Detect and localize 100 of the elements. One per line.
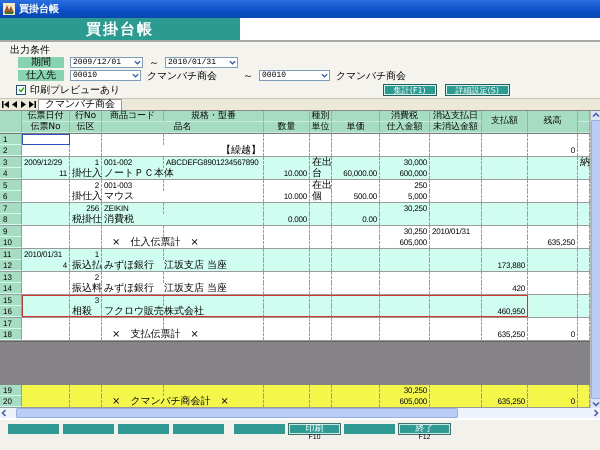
vertical-scrollbar[interactable] (590, 111, 600, 408)
horizontal-scrollbar[interactable] (0, 408, 600, 418)
column-header: 規格・型番 (164, 111, 264, 122)
supplier-dropdown[interactable]: 00010 (70, 70, 141, 81)
column-header: 種別 (310, 111, 332, 122)
column-header: 数量 (264, 122, 310, 133)
item-name-cell: × クマンバチ商会計 × (102, 396, 264, 407)
grid-cell: 500.00 (332, 191, 380, 202)
column-header: 残高 (528, 111, 578, 133)
table-row[interactable]: 19 20 30,250 × クマンバチ商会計 × 605,000 635,250 0 (0, 385, 590, 408)
grid-cell: 台 (310, 168, 332, 179)
grid-cell: 0.00 (332, 214, 380, 225)
grid-cell: 5,000 (380, 191, 430, 202)
grid-cell: 605,000 (380, 237, 430, 248)
grid-cell: 個 (310, 191, 332, 202)
column-header: 商品コード (102, 111, 164, 122)
table-row[interactable]: 13 14 2 振込料 みずほ銀行 江坂支店 当座 420 (0, 272, 590, 295)
row-number: 12 (0, 260, 22, 271)
page-title: 買掛台帳 (0, 18, 240, 40)
preview-checkbox[interactable] (16, 84, 26, 94)
row-number: 9 (0, 226, 22, 237)
row-number: 3 (0, 157, 22, 168)
grid-cell: 2 (70, 180, 102, 191)
grid-cell: 460,950 (482, 306, 528, 317)
date-dropdown[interactable]: 2010/01/31 (165, 57, 238, 68)
sheet-tab[interactable]: クマンバチ商会 (38, 99, 122, 110)
row-number: 1 (0, 134, 22, 145)
column-header: 消費税 (380, 111, 430, 122)
row-number: 10 (0, 237, 22, 248)
grid-cell: 001-003 (102, 180, 164, 191)
grid-cell: 173,880 (482, 260, 528, 271)
scroll-left-icon[interactable] (0, 409, 8, 417)
grid-cell: 在出 (310, 157, 332, 168)
grid-cell: 0 (528, 396, 578, 407)
row-number: 15 (0, 295, 22, 306)
column-header: 伝区 (70, 122, 102, 133)
row-number: 6 (0, 191, 22, 202)
focused-cell[interactable] (22, 134, 70, 145)
scroll-up-icon[interactable] (592, 111, 600, 119)
grid-cell: 0 (528, 145, 578, 156)
item-name-cell: フクロウ販売株式会社 (102, 306, 264, 317)
first-page-icon[interactable] (2, 101, 9, 108)
grid-cell: 3 (70, 295, 102, 306)
grid-cell: 相殺 (70, 306, 102, 317)
grid-cell: 11 (22, 168, 70, 179)
previous-icon[interactable] (11, 101, 18, 108)
table-row[interactable]: 7 8 256 ZEIKIN 30,250 税掛仕 消費税 0.000 0.00 (0, 203, 590, 226)
grid-cell: 掛仕入 (70, 168, 102, 179)
column-header: 品名 (102, 122, 264, 133)
grid-cell: 600,000 (380, 168, 430, 179)
grid-cell: 振込払 (70, 260, 102, 271)
row-number: 16 (0, 306, 22, 317)
grid-cell: 税掛仕 (70, 214, 102, 225)
grid-cell: 10.000 (264, 168, 310, 179)
checkbox-label: 印刷プレビューあり (30, 84, 120, 96)
table-row[interactable]: 3 4 2009/12/29 1 001-002 ABCDEFG8901234567890 在出 30,000 納 11 掛仕入 ノートＰＣ本体 10.000 台 60,000.00 600,000 (0, 157, 590, 180)
last-page-icon[interactable] (29, 101, 36, 108)
row-number: 14 (0, 283, 22, 294)
field-label: 期間 (18, 57, 64, 68)
grid-cell: 2010/01/31 (22, 249, 70, 260)
scroll-down-icon[interactable] (592, 400, 600, 408)
grid-cell: 振込料 (70, 283, 102, 294)
table-row[interactable]: 1 2 【繰越】 0 (0, 134, 590, 157)
grid-cell: 60,000.00 (332, 168, 380, 179)
column-header: 伝票No (22, 122, 70, 133)
table-row[interactable]: 15 16 3 相殺 フクロウ販売株式会社 460,950 (0, 295, 590, 318)
grid-cell: 10.000 (264, 191, 310, 202)
scroll-right-icon[interactable] (592, 409, 600, 417)
window-title: 買掛台帳 (19, 2, 59, 16)
column-header: 未消込金額 (430, 122, 482, 133)
field-label: 仕入先 (18, 70, 64, 81)
grid-cell: ZEIKIN (102, 203, 164, 214)
grid-cell: 635,250 (528, 237, 578, 248)
grid-cell: 420 (482, 283, 528, 294)
row-number: 18 (0, 329, 22, 340)
chevron-down-icon (321, 72, 328, 79)
next-icon[interactable] (20, 101, 27, 108)
column-header: 支払額 (482, 111, 528, 133)
grid-cell: 635,250 (482, 396, 528, 407)
grid-cell: 2010/01/31 (430, 226, 482, 237)
row-number: 5 (0, 180, 22, 191)
grid-cell: 4 (22, 260, 70, 271)
row-number: 4 (0, 168, 22, 179)
date-dropdown[interactable]: 2009/12/01 (70, 57, 143, 68)
column-header: 伝票日付 (22, 111, 70, 122)
grid-cell: 1 (70, 157, 102, 168)
table-row[interactable]: 5 6 2 001-003 在出 250 掛仕入 マウス 10.000 個 500.00 5,000 (0, 180, 590, 203)
grid-cell: 250 (380, 180, 430, 191)
range-separator: ～ (149, 56, 159, 70)
row-number: 11 (0, 249, 22, 260)
row-number: 2 (0, 145, 22, 156)
table-row[interactable]: 9 10 30,250 2010/01/31 × 仕入伝票計 × 605,000 635,250 (0, 226, 590, 249)
table-row[interactable]: 11 12 2010/01/31 1 4 振込払 みずほ銀行 江坂支店 当座 173,880 (0, 249, 590, 272)
item-name-cell: 【繰越】 (102, 145, 264, 156)
supplier-dropdown[interactable]: 00010 (259, 70, 330, 81)
table-row[interactable]: 17 18 × 支払伝票計 × 635,250 0 (0, 318, 590, 341)
grid-cell: 30,000 (380, 157, 430, 168)
grid-cell: 30,250 (380, 226, 430, 237)
item-name-cell: × 支払伝票計 × (102, 329, 264, 340)
range-separator: ～ (243, 70, 253, 82)
